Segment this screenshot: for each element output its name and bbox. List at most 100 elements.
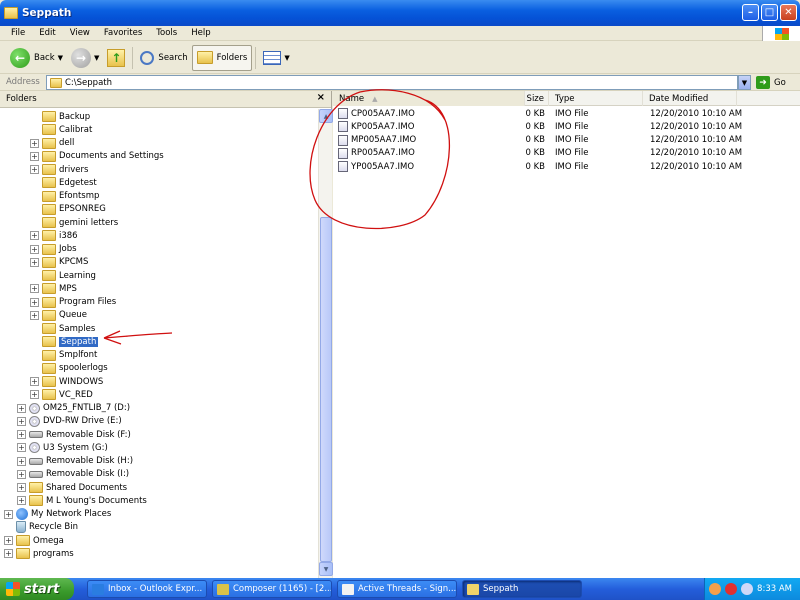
tree-item[interactable]: + Removable Disk (H:) — [17, 455, 133, 468]
tree-item[interactable]: + MPS — [30, 282, 77, 295]
expand-icon[interactable]: + — [30, 284, 39, 294]
tree-item[interactable]: + drivers — [30, 163, 88, 176]
table-row[interactable]: MP005AA7.IMO 0 KB IMO File 12/20/2010 10:10… — [333, 134, 800, 147]
expand-icon[interactable]: + — [17, 456, 26, 466]
go-button[interactable]: ➜ Go — [756, 75, 786, 90]
up-button[interactable]: ↑ — [103, 45, 129, 71]
tree-item[interactable]: + Removable Disk (I:) — [17, 468, 129, 481]
column-size[interactable]: Size — [525, 91, 549, 106]
tray-icon[interactable] — [741, 583, 754, 595]
expand-icon[interactable]: + — [30, 151, 39, 161]
menu-tools[interactable]: Tools — [149, 28, 184, 38]
table-row[interactable]: RP005AA7.IMO 0 KB IMO File 12/20/2010 10:10… — [333, 147, 800, 160]
expand-icon[interactable]: + — [17, 496, 26, 506]
tree-item[interactable]: + DVD-RW Drive (E:) — [17, 415, 122, 428]
chevron-down-icon[interactable]: ▼ — [58, 54, 63, 62]
expand-icon[interactable]: + — [17, 483, 26, 492]
tree-item[interactable]: Seppath — [30, 335, 99, 348]
tree-item[interactable]: + Jobs — [30, 243, 77, 256]
forward-button[interactable]: → ▼ — [67, 45, 103, 71]
close-button[interactable]: ✕ — [780, 4, 797, 21]
tree-item[interactable]: + VC_RED — [30, 388, 93, 401]
menu-view[interactable]: View — [63, 28, 97, 38]
tree-item[interactable]: Samples — [30, 322, 95, 335]
tree-item[interactable]: + programs — [4, 547, 74, 560]
expand-icon[interactable]: + — [30, 257, 39, 267]
tree-item[interactable]: Backup — [30, 110, 90, 123]
expand-icon[interactable]: + — [4, 509, 13, 519]
tree-item[interactable]: + Removable Disk (F:) — [17, 428, 131, 441]
expand-icon[interactable]: + — [30, 297, 39, 307]
start-button[interactable]: start — [0, 578, 74, 600]
tree-item[interactable]: + Documents and Settings — [30, 150, 164, 163]
title-bar[interactable]: Seppath – □ ✕ — [0, 0, 800, 26]
expand-icon[interactable]: + — [30, 138, 39, 148]
tree-item[interactable]: + U3 System (G:) — [17, 441, 108, 454]
address-input[interactable]: C:\Seppath — [46, 75, 738, 90]
expand-icon[interactable]: + — [17, 469, 26, 479]
tree-item[interactable]: Edgetest — [30, 176, 97, 189]
tree-item[interactable]: Efontsmp — [30, 190, 99, 203]
tree-item[interactable]: + Program Files — [30, 296, 116, 309]
tray-icon[interactable] — [709, 583, 722, 595]
tree-scrollbar[interactable]: ▲ ▼ — [318, 109, 333, 578]
menu-file[interactable]: File — [4, 28, 32, 38]
tree-item[interactable]: Smplfont — [30, 349, 97, 362]
minimize-button[interactable]: – — [742, 4, 759, 21]
tree-item[interactable]: + Queue — [30, 309, 87, 322]
close-pane-icon[interactable]: × — [317, 92, 325, 103]
taskbar-button[interactable]: Seppath — [462, 580, 582, 598]
expand-icon[interactable]: + — [17, 416, 26, 426]
tree-item[interactable]: + Shared Documents — [17, 481, 127, 494]
tray-icon[interactable] — [725, 583, 738, 595]
expand-icon[interactable]: + — [17, 443, 26, 453]
expand-icon[interactable]: + — [30, 165, 39, 174]
expand-icon[interactable]: + — [30, 310, 39, 320]
expand-icon[interactable]: + — [30, 390, 39, 400]
views-button[interactable]: ▼ — [259, 45, 293, 71]
tree-item[interactable]: + My Network Places — [4, 508, 111, 521]
menu-favorites[interactable]: Favorites — [97, 28, 149, 38]
folders-button[interactable]: Folders — [191, 44, 253, 71]
expand-icon[interactable]: + — [30, 244, 39, 254]
scroll-thumb[interactable] — [320, 217, 332, 562]
tree-item[interactable]: Calibrat — [30, 123, 92, 136]
taskbar-button[interactable]: Inbox - Outlook Expr... — [87, 580, 207, 598]
maximize-button[interactable]: □ — [761, 4, 778, 21]
column-date-modified[interactable]: Date Modified — [643, 91, 737, 106]
expand-icon[interactable]: + — [4, 549, 13, 559]
table-row[interactable]: YP005AA7.IMO 0 KB IMO File 12/20/2010 10:10… — [333, 160, 800, 173]
tree-item[interactable]: + dell — [30, 137, 74, 150]
expand-icon[interactable]: + — [17, 403, 26, 413]
tree-item[interactable]: + KPCMS — [30, 256, 88, 269]
taskbar-button[interactable]: Active Threads - Sign... — [337, 580, 457, 598]
table-row[interactable]: KP005AA7.IMO 0 KB IMO File 12/20/2010 10:10… — [333, 120, 800, 133]
tree-item[interactable]: + i386 — [30, 229, 78, 242]
expand-icon[interactable]: + — [4, 536, 13, 545]
tree-item[interactable]: + Omega — [4, 534, 64, 547]
column-name[interactable]: Name ▲ — [333, 91, 525, 106]
tree-item[interactable]: Learning — [30, 269, 96, 282]
tree-item[interactable]: spoolerlogs — [30, 362, 108, 375]
taskbar-button[interactable]: Composer (1165) - [2... — [212, 580, 332, 598]
search-button[interactable]: Search — [136, 45, 191, 71]
tree-item[interactable]: gemini letters — [30, 216, 118, 229]
column-type[interactable]: Type — [549, 91, 643, 106]
expand-icon[interactable]: + — [17, 430, 26, 439]
menu-help[interactable]: Help — [184, 28, 217, 38]
tree-item[interactable]: + OM25_FNTLIB_7 (D:) — [17, 402, 130, 415]
tree-item[interactable]: EPSONREG — [30, 203, 106, 216]
tree-item[interactable]: + M L Young's Documents — [17, 494, 147, 507]
back-button[interactable]: ← Back ▼ — [6, 45, 67, 71]
chevron-down-icon[interactable]: ▼ — [94, 54, 99, 62]
tree-item[interactable]: + WINDOWS — [30, 375, 103, 388]
address-dropdown-button[interactable]: ▼ — [738, 75, 751, 90]
scroll-up-button[interactable]: ▲ — [319, 109, 333, 123]
scroll-down-button[interactable]: ▼ — [319, 562, 333, 576]
chevron-down-icon[interactable]: ▼ — [284, 54, 289, 62]
table-row[interactable]: CP005AA7.IMO 0 KB IMO File 12/20/2010 10:10… — [333, 107, 800, 120]
expand-icon[interactable]: + — [30, 231, 39, 241]
tree-item[interactable]: Recycle Bin — [4, 521, 78, 534]
menu-edit[interactable]: Edit — [32, 28, 62, 38]
expand-icon[interactable]: + — [30, 377, 39, 386]
